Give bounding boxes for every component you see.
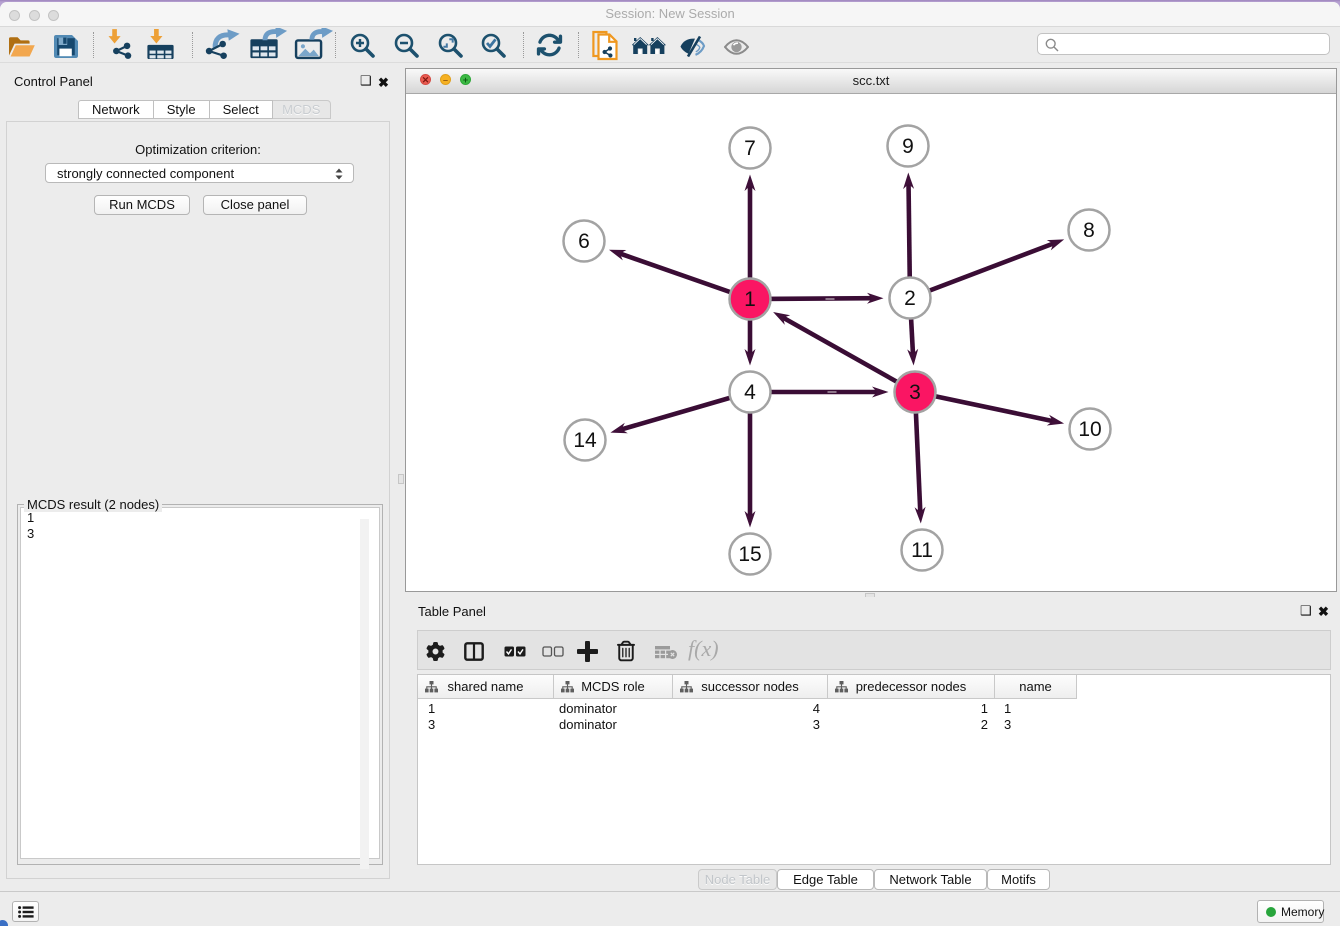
svg-text:8: 8	[1083, 219, 1095, 242]
svg-text:14: 14	[573, 429, 597, 452]
svg-text:10: 10	[1078, 418, 1101, 441]
svg-text:11: 11	[911, 539, 933, 562]
svg-text:4: 4	[744, 381, 756, 404]
svg-text:2: 2	[904, 287, 916, 310]
svg-text:3: 3	[909, 381, 921, 404]
svg-text:7: 7	[744, 137, 756, 160]
svg-text:1: 1	[744, 288, 756, 311]
svg-text:6: 6	[578, 230, 590, 253]
svg-text:9: 9	[902, 135, 914, 158]
svg-text:15: 15	[738, 543, 761, 566]
